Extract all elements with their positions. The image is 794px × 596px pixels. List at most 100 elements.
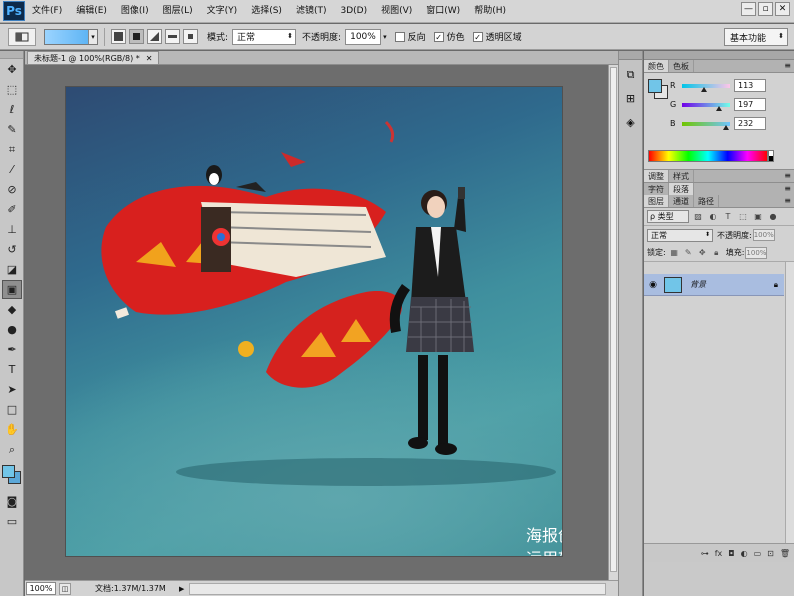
green-slider[interactable]	[682, 102, 730, 111]
menu-filter[interactable]: 滤镜(T)	[289, 0, 334, 23]
tab-layers[interactable]: 图层	[644, 195, 669, 207]
shape-tool-icon[interactable]: □	[2, 400, 22, 419]
history-panel-icon[interactable]: ⧉	[621, 65, 640, 84]
type-filter-icon[interactable]: T	[722, 211, 734, 223]
blur-tool-icon[interactable]: ◆	[2, 300, 22, 319]
dodge-tool-icon[interactable]: ●	[2, 320, 22, 339]
panel-menu-icon[interactable]: ≡	[784, 171, 791, 180]
menu-window[interactable]: 窗口(W)	[419, 0, 467, 23]
lasso-tool-icon[interactable]: ℓ	[2, 100, 22, 119]
panel-grip[interactable]	[644, 51, 794, 60]
lock-pixels-icon[interactable]: ✎	[683, 247, 694, 258]
menu-file[interactable]: 文件(F)	[25, 0, 69, 23]
tab-character[interactable]: 字符	[644, 183, 669, 195]
layer-filter-select[interactable]: ρ 类型	[647, 210, 689, 223]
linear-gradient-button[interactable]	[111, 29, 126, 44]
filter-toggle-icon[interactable]: ●	[767, 211, 779, 223]
green-value[interactable]: 197	[734, 98, 766, 111]
zoom-field[interactable]: 100%	[26, 582, 56, 595]
healing-brush-tool-icon[interactable]: ⊘	[2, 180, 22, 199]
screen-mode-icon[interactable]: ▭	[2, 512, 22, 531]
menu-select[interactable]: 选择(S)	[244, 0, 289, 23]
menu-view[interactable]: 视图(V)	[374, 0, 419, 23]
move-tool-icon[interactable]: ✥	[2, 60, 22, 79]
document-tab[interactable]: 未标题-1 @ 100%(RGB/8) * ✕	[27, 51, 160, 64]
adjustment-filter-icon[interactable]: ◐	[707, 211, 719, 223]
workspace-switcher[interactable]: 基本功能 ⬍	[724, 28, 788, 46]
type-tool-icon[interactable]: T	[2, 360, 22, 379]
black-white-ramp[interactable]	[768, 150, 774, 162]
fill-field[interactable]: 100%	[745, 246, 768, 259]
lock-all-icon[interactable]: 🔒︎	[711, 247, 722, 258]
radial-gradient-button[interactable]	[129, 29, 144, 44]
marquee-tool-icon[interactable]: ⬚	[2, 80, 22, 99]
red-slider[interactable]	[682, 83, 730, 92]
canvas[interactable]: 海报创意:图片合成处理 运用软件：photoshop	[66, 87, 562, 556]
foreground-color-swatch[interactable]	[648, 79, 662, 93]
menu-image[interactable]: 图像(I)	[114, 0, 156, 23]
diamond-gradient-button[interactable]	[183, 29, 198, 44]
add-mask-icon[interactable]: ◘	[728, 549, 734, 558]
3d-panel-icon[interactable]: ◈	[621, 113, 640, 132]
minimize-button[interactable]: —	[741, 2, 756, 16]
lock-position-icon[interactable]: ✥	[697, 247, 708, 258]
layer-row[interactable]: ◉ 背景 🔒︎	[644, 274, 784, 296]
lock-transparency-icon[interactable]: ▦	[669, 247, 680, 258]
status-icon[interactable]: ◫	[59, 582, 71, 595]
eyedropper-tool-icon[interactable]: ⁄	[2, 160, 22, 179]
tab-styles[interactable]: 样式	[669, 170, 694, 182]
trash-icon[interactable]: 🗑︎	[780, 549, 790, 558]
adjustment-layer-icon[interactable]: ◐	[741, 549, 748, 558]
chevron-down-icon[interactable]: ▾	[88, 29, 97, 44]
tab-paths[interactable]: 路径	[694, 195, 719, 207]
panel-menu-icon[interactable]: ≡	[784, 184, 791, 193]
brush-tool-icon[interactable]: ✐	[2, 200, 22, 219]
transparency-checkbox[interactable]: ✓ 透明区域	[472, 30, 522, 43]
reverse-checkbox[interactable]: 反向	[394, 30, 426, 43]
image-filter-icon[interactable]: ▨	[692, 211, 704, 223]
properties-panel-icon[interactable]: ⊞	[621, 89, 640, 108]
dither-checkbox[interactable]: ✓ 仿色	[433, 30, 465, 43]
shape-filter-icon[interactable]: ⬚	[737, 211, 749, 223]
chevron-down-icon[interactable]: ▾	[383, 33, 387, 41]
reflected-gradient-button[interactable]	[165, 29, 180, 44]
layer-opacity-field[interactable]: 100%	[752, 229, 775, 241]
quick-mask-icon[interactable]: ◙	[2, 492, 22, 511]
vertical-scrollbar[interactable]	[608, 65, 618, 580]
panel-menu-icon[interactable]: ≡	[784, 196, 791, 205]
red-value[interactable]: 113	[734, 79, 766, 92]
foreground-color-swatch[interactable]	[2, 465, 15, 478]
tab-color[interactable]: 颜色	[644, 60, 669, 72]
layers-scrollbar[interactable]	[785, 262, 794, 543]
angle-gradient-button[interactable]	[147, 29, 162, 44]
dock-grip[interactable]	[619, 51, 642, 60]
mode-select[interactable]: 正常 ⬍	[232, 28, 297, 45]
smart-object-filter-icon[interactable]: ▣	[752, 211, 764, 223]
slider-knob[interactable]	[716, 105, 722, 111]
close-icon[interactable]: ✕	[146, 54, 153, 63]
menu-3d[interactable]: 3D(D)	[333, 0, 374, 23]
color-swatches[interactable]	[0, 463, 24, 491]
tab-adjustments[interactable]: 调整	[644, 170, 669, 182]
new-layer-icon[interactable]: ⊡	[767, 549, 774, 558]
scroll-thumb[interactable]	[610, 67, 617, 572]
opacity-field[interactable]: 100%	[345, 28, 382, 45]
menu-type[interactable]: 文字(Y)	[200, 0, 245, 23]
layer-style-icon[interactable]: fx	[715, 549, 723, 558]
tool-preset-picker[interactable]	[8, 27, 36, 46]
pen-tool-icon[interactable]: ✒	[2, 340, 22, 359]
blue-value[interactable]: 232	[734, 117, 766, 130]
slider-knob[interactable]	[701, 86, 707, 92]
slider-knob[interactable]	[723, 124, 729, 130]
toolbox-grip[interactable]	[0, 51, 23, 59]
horizontal-scrollbar[interactable]	[189, 582, 606, 595]
menu-help[interactable]: 帮助(H)	[467, 0, 513, 23]
crop-tool-icon[interactable]: ⌗	[2, 140, 22, 159]
path-select-tool-icon[interactable]: ➤	[2, 380, 22, 399]
eraser-tool-icon[interactable]: ◪	[2, 260, 22, 279]
eye-icon[interactable]: ◉	[646, 280, 660, 290]
color-spectrum[interactable]	[648, 150, 768, 162]
gradient-tool-icon[interactable]: ▣	[2, 280, 22, 299]
restore-button[interactable]: ▫	[758, 2, 773, 16]
zoom-tool-icon[interactable]: ⌕	[2, 440, 22, 459]
